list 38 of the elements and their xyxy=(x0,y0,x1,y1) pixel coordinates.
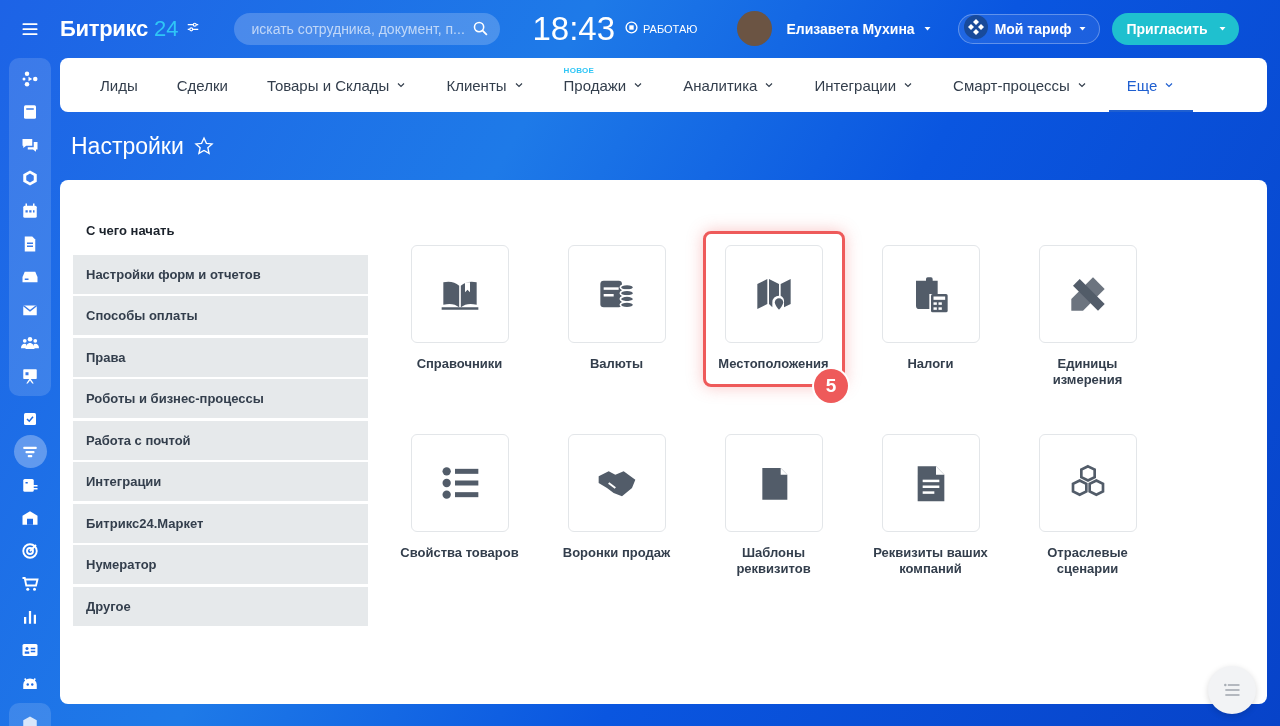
settings-tile[interactable]: Свойства товаров xyxy=(381,420,538,609)
menu-heading: С чего начать xyxy=(86,223,176,238)
work-status-button[interactable]: РАБОТАЮ xyxy=(625,21,698,36)
nav-tab[interactable]: Клиенты xyxy=(428,58,543,112)
nav-tab[interactable]: НОВОЕ Продажи xyxy=(545,58,663,112)
nav-tab[interactable]: Интеграции xyxy=(796,58,933,112)
nav-tab[interactable]: Лиды xyxy=(82,58,156,112)
settings-menu-item[interactable]: Настройки форм и отчетов xyxy=(73,254,368,294)
nav-tab[interactable]: Еще xyxy=(1108,58,1194,112)
nav-tab[interactable]: Товары и Склады xyxy=(248,58,426,112)
step-number: 5 xyxy=(814,369,848,403)
new-label: НОВОЕ xyxy=(563,66,595,75)
page-title: Настройки xyxy=(71,132,184,160)
settings-menu-item[interactable]: Права xyxy=(73,337,368,377)
user-menu-button[interactable]: Елизавета Мухина xyxy=(786,20,932,37)
settings-tile[interactable]: Местоположения 5 xyxy=(695,231,852,420)
nav-tab[interactable]: Смарт-процессы xyxy=(935,58,1106,112)
settings-tile[interactable]: Реквизиты ваших компаний xyxy=(852,420,1009,609)
settings-menu-item[interactable]: Работа с почтой xyxy=(73,420,368,460)
settings-menu-item[interactable]: Интеграции xyxy=(73,462,368,501)
nav-tab[interactable]: Аналитика xyxy=(665,58,794,112)
settings-tile[interactable]: Единицы измерения xyxy=(1009,231,1166,420)
tariff-button[interactable]: Мой тариф xyxy=(957,13,1101,44)
settings-menu-item[interactable]: Другое xyxy=(73,586,368,626)
logo-number: 24 xyxy=(153,15,179,42)
nav-tab[interactable]: Сделки xyxy=(158,58,246,112)
clock-time: 18:43 xyxy=(532,9,615,48)
logo-text: Битрикс xyxy=(60,15,148,42)
settings-menu-item[interactable]: Битрикс24.Маркет xyxy=(73,503,368,543)
settings-tile[interactable]: Справочники xyxy=(381,231,538,420)
settings-tile[interactable]: Воронки продаж xyxy=(538,420,695,609)
settings-menu-item[interactable]: Роботы и бизнес-процессы xyxy=(73,379,368,418)
settings-menu-item[interactable]: Способы оплаты xyxy=(73,296,368,335)
settings-tile[interactable]: Валюты xyxy=(538,231,695,420)
settings-tile[interactable]: Отраслевые сценарии xyxy=(1009,420,1166,609)
settings-tile[interactable]: Налоги xyxy=(852,231,1009,420)
settings-tile[interactable]: Шаблоны реквизитов xyxy=(695,420,852,609)
settings-menu-item[interactable]: Нумератор xyxy=(73,545,368,584)
